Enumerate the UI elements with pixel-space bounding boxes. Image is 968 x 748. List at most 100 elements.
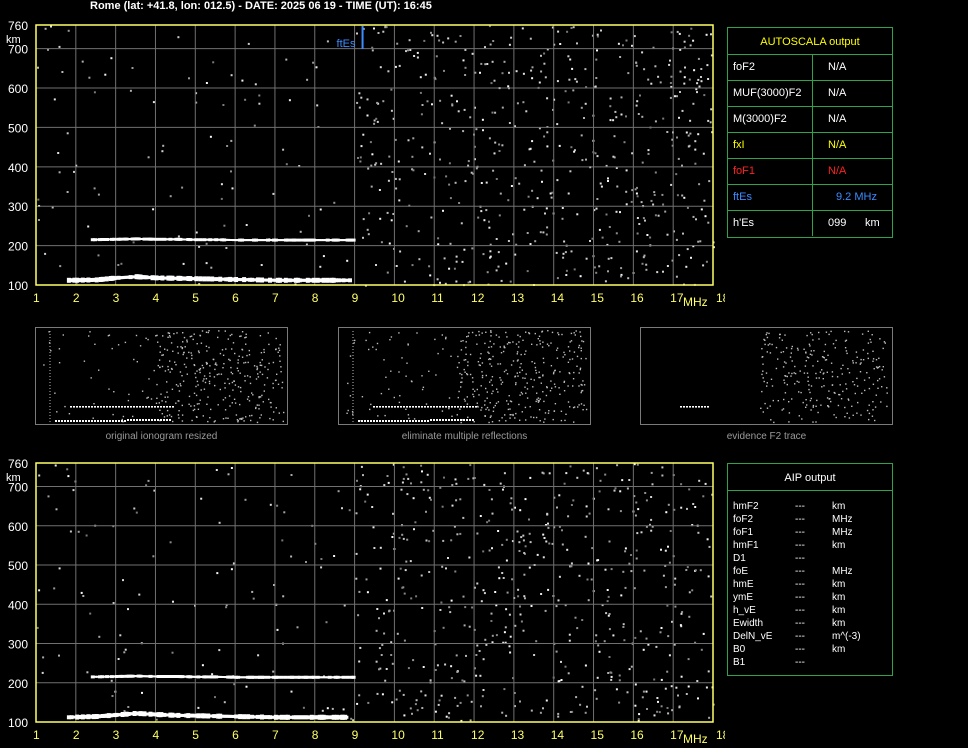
noise-dot bbox=[608, 656, 611, 658]
thumbnail-dot bbox=[520, 363, 522, 365]
thumbnail-trace-dot bbox=[680, 406, 682, 408]
noise-dot bbox=[505, 559, 508, 562]
thumbnail-dot bbox=[867, 352, 869, 355]
noise-dot bbox=[375, 264, 377, 266]
noise-dot bbox=[406, 538, 409, 541]
noise-dot bbox=[625, 169, 628, 172]
noise-dot bbox=[352, 719, 355, 722]
thumbnail-dot bbox=[272, 387, 274, 389]
noise-dot bbox=[676, 194, 679, 197]
noise-dot bbox=[430, 216, 433, 219]
noise-dot bbox=[710, 595, 713, 598]
thumbnail-dot bbox=[263, 351, 265, 353]
noise-dot bbox=[607, 508, 610, 511]
thumbnail-dot bbox=[509, 408, 511, 410]
noise-dot bbox=[641, 51, 644, 54]
thumbnail-trace-dot bbox=[103, 406, 105, 408]
noise-dot bbox=[541, 471, 544, 474]
noise-dot bbox=[662, 203, 665, 206]
noise-dot bbox=[661, 474, 664, 477]
thumbnail-dot bbox=[497, 391, 499, 393]
noise-dot bbox=[181, 186, 184, 189]
aip-row-unit: MHz bbox=[832, 527, 853, 538]
noise-dot bbox=[407, 49, 409, 52]
noise-dot bbox=[420, 574, 423, 577]
thumbnail-dot bbox=[833, 391, 835, 394]
noise-dot bbox=[481, 118, 484, 121]
noise-dot bbox=[584, 664, 587, 667]
thumbnail-dot bbox=[273, 411, 275, 413]
x-tick-label: 1 bbox=[33, 291, 40, 305]
aip-row-value: --- bbox=[795, 618, 805, 629]
noise-dot bbox=[514, 177, 517, 180]
noise-dot bbox=[431, 34, 434, 37]
noise-dot bbox=[448, 162, 451, 165]
thumbnail-dot bbox=[557, 332, 559, 334]
thumbnail-dot bbox=[276, 373, 278, 375]
noise-dot bbox=[685, 265, 688, 268]
noise-dot bbox=[607, 177, 609, 180]
noise-dot bbox=[610, 568, 613, 571]
thumbnail-trace-dot bbox=[451, 406, 453, 408]
noise-dot bbox=[141, 691, 143, 694]
thumbnail-dot bbox=[153, 369, 155, 372]
noise-dot bbox=[410, 597, 413, 600]
thumbnail-dot bbox=[517, 359, 519, 361]
noise-dot bbox=[570, 562, 573, 565]
thumbnail-dot bbox=[877, 379, 879, 382]
noise-dot bbox=[427, 489, 430, 492]
noise-dot bbox=[662, 270, 664, 273]
thumbnail-dot bbox=[349, 355, 352, 357]
thumbnail-dot bbox=[871, 415, 874, 417]
noise-dot bbox=[634, 636, 637, 639]
noise-dot bbox=[454, 181, 457, 184]
noise-dot bbox=[524, 597, 526, 600]
thumbnail-dot bbox=[244, 375, 246, 377]
thumbnail-dot bbox=[874, 419, 876, 422]
thumbnail-dot bbox=[239, 403, 241, 406]
noise-dot bbox=[442, 209, 444, 212]
thumbnail-dot bbox=[485, 331, 487, 333]
noise-dot bbox=[585, 515, 588, 518]
thumbnail-dot bbox=[551, 387, 553, 389]
thumbnail-dot bbox=[349, 395, 352, 397]
thumbnail-dot bbox=[805, 406, 807, 408]
thumbnail-dot bbox=[256, 368, 258, 371]
noise-dot bbox=[285, 163, 288, 166]
thumbnail-dot bbox=[773, 421, 775, 424]
thumbnail-dot bbox=[852, 381, 854, 383]
thumbnail-dot bbox=[478, 330, 480, 333]
thumbnail-dot bbox=[868, 387, 871, 390]
noise-dot bbox=[290, 690, 293, 693]
thumbnail-dot bbox=[480, 409, 482, 411]
noise-dot bbox=[494, 111, 497, 114]
noise-dot bbox=[542, 231, 545, 234]
noise-dot bbox=[664, 687, 667, 690]
thumbnail-dot bbox=[571, 358, 574, 360]
noise-dot bbox=[576, 627, 579, 630]
noise-dot bbox=[609, 97, 612, 100]
thumbnail-dot bbox=[484, 342, 486, 345]
thumbnail-trace-dot bbox=[85, 420, 87, 422]
noise-dot bbox=[560, 660, 562, 663]
thumbnail-dot bbox=[248, 400, 251, 402]
trace-point bbox=[344, 715, 349, 719]
noise-dot bbox=[441, 122, 444, 125]
noise-dot bbox=[634, 514, 637, 517]
noise-dot bbox=[459, 532, 462, 535]
noise-dot bbox=[321, 709, 324, 712]
noise-dot bbox=[244, 98, 247, 101]
aip-row-unit: km bbox=[832, 540, 846, 551]
thumbnail-dot bbox=[385, 376, 387, 378]
aip-row-unit: km bbox=[832, 644, 846, 655]
noise-dot bbox=[399, 250, 402, 253]
noise-dot bbox=[394, 65, 397, 68]
thumbnail-dot bbox=[111, 347, 113, 350]
thumbnail-dot bbox=[477, 361, 480, 363]
noise-dot bbox=[503, 688, 506, 691]
noise-dot bbox=[661, 466, 664, 469]
noise-dot bbox=[598, 265, 601, 268]
noise-dot bbox=[556, 179, 559, 182]
thumbnail-dot bbox=[490, 346, 493, 348]
autoscala-row-label: h'Es bbox=[733, 217, 755, 229]
